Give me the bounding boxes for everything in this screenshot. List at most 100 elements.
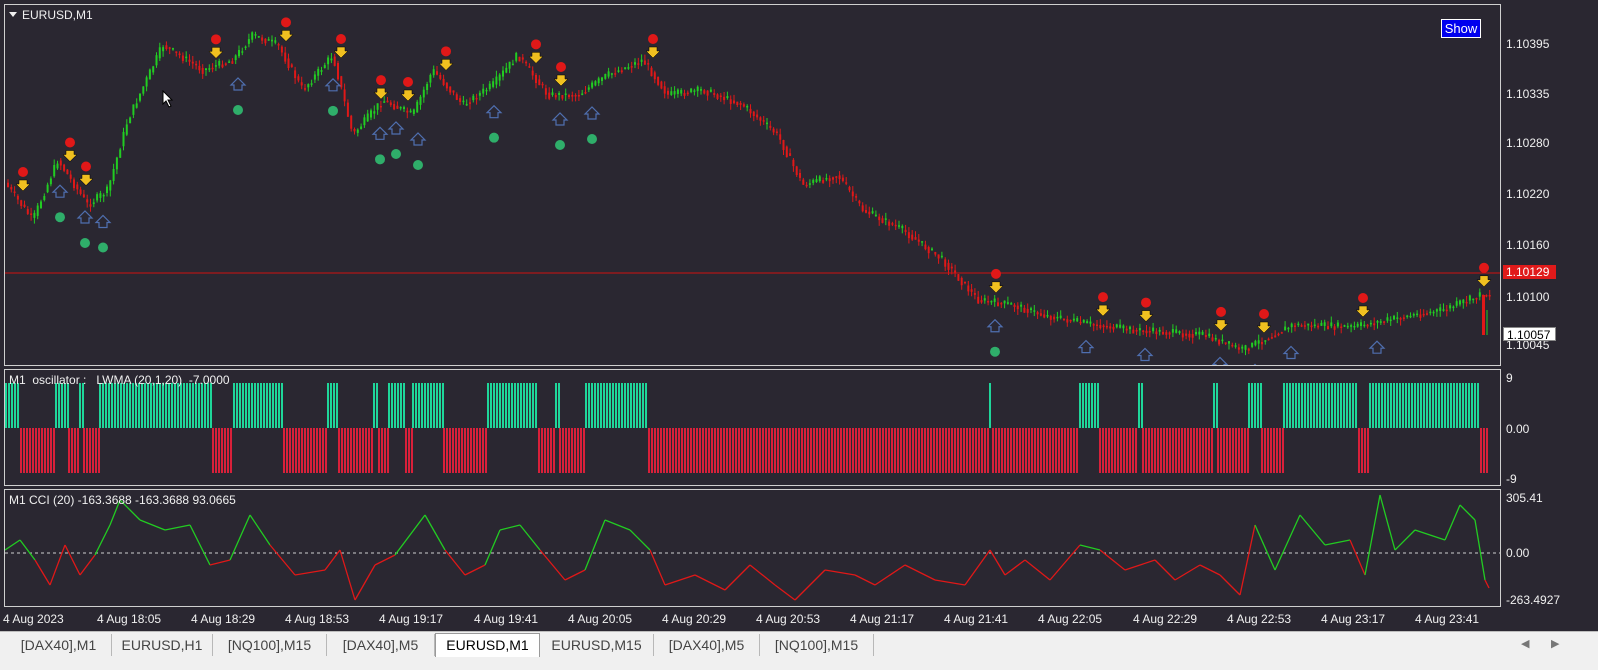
oscillator-bar-down: [325, 428, 327, 473]
candle-body: [917, 239, 920, 242]
oscillator-bar-down: [651, 428, 653, 473]
cci-segment: [649, 549, 666, 586]
candle-body: [558, 92, 561, 95]
candle-body: [178, 53, 181, 56]
cci-segment: [19, 539, 36, 561]
oscillator-bar-up: [135, 383, 137, 428]
candle-body: [667, 90, 669, 95]
oscillator-bar-down: [789, 428, 791, 473]
candle-body: [310, 83, 313, 85]
oscillator-bar-down: [714, 428, 716, 473]
oscillator-bar-down: [1148, 428, 1150, 473]
candle-body: [1092, 324, 1095, 326]
triangle-right-icon[interactable]: ▶: [1551, 637, 1559, 650]
oscillator-bar-down: [227, 428, 229, 473]
up-arrow-icon: [986, 318, 1004, 333]
tab-eurusd-m15[interactable]: EURUSD,M15: [540, 634, 654, 656]
sell-signal-icon: [438, 46, 454, 71]
tab-eurusd-h1[interactable]: EURUSD,H1: [112, 634, 213, 656]
oscillator-bar-down: [777, 428, 779, 473]
candle-body: [848, 186, 851, 191]
cci-tick: -263.4927: [1506, 593, 1561, 607]
oscillator-bar-down: [897, 428, 899, 473]
oscillator-bar-up: [61, 383, 63, 428]
oscillator-bar-down: [957, 428, 959, 473]
candle-body: [115, 157, 118, 170]
candle-body: [304, 88, 306, 90]
oscillator-bar-up: [1384, 383, 1386, 428]
oscillator-bar-down: [1241, 428, 1243, 473]
show-button[interactable]: Show: [1441, 19, 1481, 38]
time-tick: 4 Aug 23:41: [1415, 612, 1480, 626]
tab-dax40-m5[interactable]: [DAX40],M5: [327, 634, 435, 656]
oscillator-pane[interactable]: M1 oscillator : LWMA (20,1,20) -7.0000: [4, 369, 1501, 486]
price-chart-pane[interactable]: EURUSD,M1: [4, 4, 1501, 366]
oscillator-bar-down: [298, 428, 300, 473]
oscillator-bar-up: [1444, 383, 1446, 428]
candle-body: [181, 55, 184, 61]
candle-body: [1181, 333, 1184, 338]
tab-dax40-m5-2[interactable]: [DAX40],M5: [654, 634, 760, 656]
oscillator-bar-up: [147, 383, 149, 428]
oscillator-bar-up: [633, 383, 635, 428]
candle-body: [858, 200, 861, 204]
candle-body: [577, 95, 580, 97]
down-arrow-icon: [1213, 319, 1229, 332]
candle-body: [158, 47, 161, 59]
cci-segment: [964, 549, 991, 586]
candle-body: [363, 117, 366, 126]
tab-nq100-m15-2[interactable]: [NQ100],M15: [760, 634, 874, 656]
oscillator-bar-up: [1399, 383, 1401, 428]
candle-body: [1353, 325, 1356, 328]
candle-body: [152, 66, 155, 73]
candle-body: [835, 176, 838, 178]
collapse-triangle-icon[interactable]: [9, 12, 17, 17]
candle-body: [1346, 325, 1349, 328]
triangle-left-icon[interactable]: ◀: [1521, 637, 1529, 650]
oscillator-bar-down: [362, 428, 364, 473]
candle-body: [775, 131, 778, 133]
oscillator-bar-down: [834, 428, 836, 473]
cci-segment: [1154, 559, 1176, 581]
tab-eurusd-m1[interactable]: EURUSD,M1: [435, 633, 540, 657]
candle-body: [254, 34, 257, 36]
candle-body: [1247, 348, 1250, 351]
oscillator-bar-down: [224, 428, 226, 473]
oscillator-bar-down: [35, 428, 37, 473]
oscillator-bar-up: [1420, 383, 1422, 428]
oscillator-bar-down: [455, 428, 457, 473]
candle-body: [1267, 338, 1270, 341]
oscillator-bar-up: [105, 383, 107, 428]
cci-segment: [64, 544, 81, 576]
tab-dax40-m1[interactable]: [DAX40],M1: [6, 634, 112, 656]
candle-body: [703, 90, 706, 94]
oscillator-bar-up: [558, 383, 560, 428]
oscillator-bar-up: [1298, 383, 1300, 428]
oscillator-bar-down: [786, 428, 788, 473]
oscillator-bar-down: [1279, 428, 1281, 473]
oscillator-bar-down: [978, 428, 980, 473]
candle-body: [693, 90, 696, 92]
candle-body: [1221, 339, 1224, 342]
candle-body: [561, 95, 564, 99]
candle-body: [485, 89, 488, 92]
oscillator-bar-down: [867, 428, 869, 473]
cci-pane[interactable]: M1 CCI (20) -163.3688 -163.3688 93.0665: [4, 489, 1501, 607]
oscillator-bar-up: [1432, 383, 1434, 428]
buy-dot: [80, 238, 90, 248]
oscillator-bar-up: [263, 383, 265, 428]
candle-body: [1158, 329, 1161, 332]
candle-body: [1399, 318, 1402, 320]
candle-body: [957, 274, 960, 281]
oscillator-bar-up: [600, 383, 602, 428]
candle-body: [69, 174, 72, 179]
oscillator-bar-down: [1151, 428, 1153, 473]
candle-body: [855, 196, 858, 198]
oscillator-bar-up: [394, 383, 396, 428]
candle-body: [663, 86, 666, 94]
candle-body: [195, 63, 198, 66]
candle-body: [1416, 313, 1419, 316]
candle-body: [1373, 323, 1376, 326]
tab-nq100-m15[interactable]: [NQ100],M15: [213, 634, 327, 656]
oscillator-bar-up: [1372, 383, 1374, 428]
